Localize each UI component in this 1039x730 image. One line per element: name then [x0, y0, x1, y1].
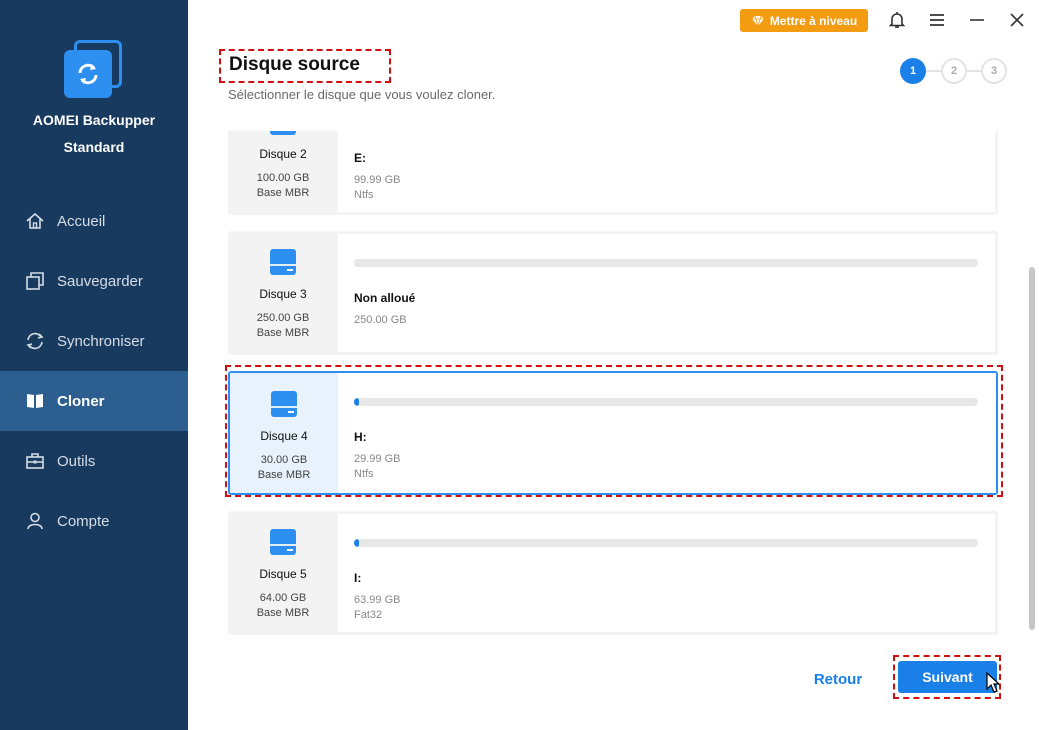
app-edition: Standard	[63, 139, 125, 155]
scrollbar[interactable]	[1029, 267, 1035, 630]
disk-info: Disque 5 64.00 GB Base MBR	[228, 511, 338, 635]
partition-filesystem: Fat32	[354, 609, 383, 621]
disk-name: Disque 3	[259, 287, 307, 301]
sync-logo-icon	[78, 63, 98, 85]
next-button[interactable]: Suivant	[898, 661, 997, 693]
hard-drive-icon	[270, 249, 296, 275]
disk-card[interactable]: Disque 2 100.00 GB Base MBR E: 99.99 GB …	[228, 131, 998, 215]
sidebar-item-label: Cloner	[57, 392, 105, 410]
page-title: Disque source	[229, 54, 360, 75]
bell-icon[interactable]	[887, 10, 907, 30]
usage-bar	[354, 259, 978, 267]
sidebar-item-label: Compte	[57, 512, 110, 530]
disk-info: Disque 3 250.00 GB Base MBR	[228, 231, 338, 355]
partition-area[interactable]: I: 63.99 GB Fat32	[338, 514, 995, 632]
upgrade-button[interactable]: Mettre à niveau	[740, 9, 868, 32]
disk-card[interactable]: Disque 3 250.00 GB Base MBR Non alloué 2…	[228, 231, 998, 355]
selection-highlight	[225, 365, 1003, 497]
disk-type: Base MBR	[256, 607, 310, 619]
sidebar-item-label: Accueil	[57, 212, 106, 230]
clone-icon	[24, 390, 46, 412]
sidebar-item-sauvegarder[interactable]: Sauvegarder	[0, 251, 188, 311]
page-subtitle: Sélectionner le disque que vous voulez c…	[228, 87, 496, 102]
partition-label: E:	[354, 151, 366, 165]
partition-size: 250.00 GB	[354, 314, 407, 326]
disk-type: Base MBR	[256, 187, 310, 199]
hard-drive-icon	[270, 131, 296, 135]
menu-icon[interactable]	[927, 10, 947, 30]
sidebar-nav: Accueil Sauvegarder Synchroniser Cloner …	[0, 191, 188, 551]
sidebar-item-label: Synchroniser	[57, 332, 145, 350]
step-2: 2	[941, 58, 967, 84]
step-1: 1	[900, 58, 926, 84]
toolbox-icon	[24, 450, 46, 472]
partition-area[interactable]: E: 99.99 GB Ntfs	[338, 131, 995, 212]
partition-size: 99.99 GB	[354, 174, 401, 186]
usage-bar	[354, 539, 978, 547]
disk-name: Disque 5	[259, 567, 307, 581]
partition-size: 63.99 GB	[354, 594, 401, 606]
partition-filesystem: Ntfs	[354, 189, 374, 201]
sidebar-item-synchroniser[interactable]: Synchroniser	[0, 311, 188, 371]
mouse-cursor-icon	[986, 672, 1001, 693]
home-icon	[24, 210, 46, 232]
diamond-icon	[751, 15, 764, 27]
upgrade-label: Mettre à niveau	[769, 13, 858, 28]
partition-label: Non alloué	[354, 291, 416, 305]
sidebar-item-label: Outils	[57, 452, 96, 470]
minimize-icon[interactable]	[967, 10, 987, 30]
hard-drive-icon	[270, 529, 296, 555]
disk-info: Disque 2 100.00 GB Base MBR	[228, 131, 338, 215]
step-3: 3	[981, 58, 1007, 84]
app-logo	[64, 40, 124, 100]
disk-name: Disque 2	[259, 147, 307, 161]
disk-size: 250.00 GB	[256, 312, 310, 324]
sidebar-item-outils[interactable]: Outils	[0, 431, 188, 491]
copy-icon	[24, 270, 46, 292]
partition-area[interactable]: Non alloué 250.00 GB	[338, 234, 995, 352]
disk-size: 64.00 GB	[259, 592, 307, 604]
close-icon[interactable]	[1007, 10, 1027, 30]
partition-label: I:	[354, 571, 362, 585]
app-name: AOMEI Backupper	[32, 112, 156, 128]
disk-card[interactable]: Disque 5 64.00 GB Base MBR I: 63.99 GB F…	[228, 511, 998, 635]
step-indicator: 1 2 3	[900, 58, 1008, 84]
sidebar-item-cloner[interactable]: Cloner	[0, 371, 188, 431]
disk-type: Base MBR	[256, 327, 310, 339]
sync-icon	[24, 330, 46, 352]
sidebar: AOMEI Backupper Standard Accueil Sauvega…	[0, 0, 188, 730]
disk-size: 100.00 GB	[256, 172, 310, 184]
sidebar-item-label: Sauvegarder	[57, 272, 143, 290]
back-button[interactable]: Retour	[800, 668, 876, 690]
sidebar-item-accueil[interactable]: Accueil	[0, 191, 188, 251]
sidebar-item-compte[interactable]: Compte	[0, 491, 188, 551]
user-icon	[24, 510, 46, 532]
